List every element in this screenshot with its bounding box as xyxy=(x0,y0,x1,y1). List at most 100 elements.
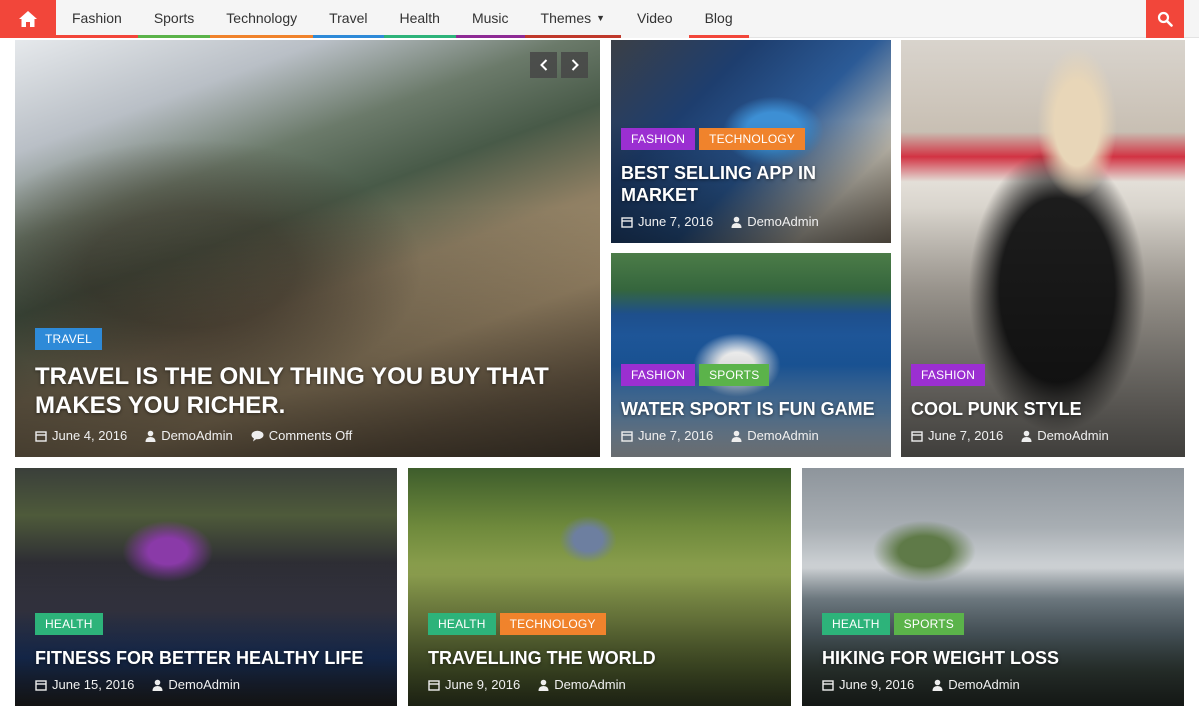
post-date: June 4, 2016 xyxy=(52,428,128,443)
category-tag[interactable]: Fashion xyxy=(911,364,986,386)
chevron-down-icon: ▼ xyxy=(596,12,606,23)
menu-item-label: Travel xyxy=(329,9,368,26)
post-title[interactable]: Water Sport is Fun Game xyxy=(621,398,877,420)
post-author[interactable]: DemoAdmin xyxy=(168,677,240,692)
calendar-icon xyxy=(621,430,633,442)
post-title[interactable]: Fitness for Better Healthy Life xyxy=(35,647,383,669)
menu-item-label: Fashion xyxy=(72,9,122,26)
post-meta: June 7, 2016 DemoAdmin xyxy=(621,428,877,443)
post-caption: Travel Travel is the only thing you buy … xyxy=(35,328,586,443)
category-list: Health Sports xyxy=(822,613,1170,635)
post-date: June 7, 2016 xyxy=(638,428,714,443)
menu-item-video[interactable]: Video xyxy=(621,0,689,38)
menu-item-themes[interactable]: Themes ▼ xyxy=(524,0,622,38)
menu-item-label: Sports xyxy=(153,9,195,26)
post-author[interactable]: DemoAdmin xyxy=(1037,428,1109,443)
post-meta: June 9, 2016 DemoAdmin xyxy=(428,677,777,692)
category-tag[interactable]: Travel xyxy=(35,328,102,350)
post-title[interactable]: Hiking for Weight Loss xyxy=(822,647,1170,669)
calendar-icon xyxy=(35,430,47,442)
home-button[interactable] xyxy=(0,0,56,38)
home-icon xyxy=(19,11,37,27)
post-card[interactable]: Fashion Cool Punk Style June 7, 2016 Dem… xyxy=(901,40,1185,457)
post-title[interactable]: Travel is the only thing you buy that ma… xyxy=(35,362,586,420)
post-card[interactable]: Health Fitness for Better Healthy Life J… xyxy=(15,468,397,706)
post-meta: June 7, 2016 DemoAdmin xyxy=(621,214,877,229)
category-tag[interactable]: Sports xyxy=(893,613,964,635)
slider-controls xyxy=(530,52,588,78)
category-tag[interactable]: Fashion xyxy=(621,128,696,150)
post-card[interactable]: Fashion Sports Water Sport is Fun Game J… xyxy=(611,253,891,457)
chevron-right-icon xyxy=(571,59,579,71)
post-caption: Health Sports Hiking for Weight Loss Jun… xyxy=(822,613,1170,692)
calendar-icon xyxy=(621,216,633,228)
calendar-icon xyxy=(428,679,440,691)
category-list: Health xyxy=(35,613,383,635)
post-meta: June 4, 2016 DemoAdmin Comments Off xyxy=(35,428,586,443)
comment-icon xyxy=(251,430,264,441)
menu-item-sports[interactable]: Sports xyxy=(137,0,211,38)
menu-item-blog[interactable]: Blog xyxy=(688,0,749,38)
category-tag[interactable]: Technology xyxy=(499,613,606,635)
post-author[interactable]: DemoAdmin xyxy=(161,428,233,443)
post-author[interactable]: DemoAdmin xyxy=(747,214,819,229)
category-list: Travel xyxy=(35,328,586,350)
menu-item-label: Blog xyxy=(704,9,733,26)
search-button[interactable] xyxy=(1146,0,1184,38)
featured-post-card[interactable]: Travel Travel is the only thing you buy … xyxy=(15,40,600,457)
search-icon xyxy=(1157,11,1173,27)
user-icon xyxy=(538,679,549,691)
post-date: June 9, 2016 xyxy=(445,677,521,692)
post-caption: Health Technology Travelling the World J… xyxy=(428,613,777,692)
category-tag[interactable]: Sports xyxy=(699,364,770,386)
menu-item-label: Technology xyxy=(226,9,298,26)
menu-item-label: Music xyxy=(471,9,509,26)
menu-item-label: Health xyxy=(399,9,440,26)
category-tag[interactable]: Health xyxy=(822,613,890,635)
post-date: June 9, 2016 xyxy=(839,677,915,692)
post-author[interactable]: DemoAdmin xyxy=(948,677,1020,692)
menu-item-health[interactable]: Health xyxy=(383,0,456,38)
menu-item-label: Themes xyxy=(540,9,592,26)
post-title[interactable]: Cool Punk Style xyxy=(911,398,1171,420)
calendar-icon xyxy=(822,679,834,691)
menu-item-fashion[interactable]: Fashion xyxy=(56,0,138,38)
post-caption: Fashion Cool Punk Style June 7, 2016 Dem… xyxy=(911,364,1171,443)
slider-next-button[interactable] xyxy=(561,52,588,78)
top-navigation: Fashion Sports Technology Travel Health … xyxy=(0,0,1199,38)
category-tag[interactable]: Health xyxy=(428,613,496,635)
post-author[interactable]: DemoAdmin xyxy=(747,428,819,443)
menu-item-technology[interactable]: Technology xyxy=(210,0,314,38)
calendar-icon xyxy=(35,679,47,691)
post-title[interactable]: Travelling the World xyxy=(428,647,777,669)
post-author[interactable]: DemoAdmin xyxy=(554,677,626,692)
user-icon xyxy=(145,430,156,442)
post-card[interactable]: Health Sports Hiking for Weight Loss Jun… xyxy=(802,468,1184,706)
user-icon xyxy=(152,679,163,691)
user-icon xyxy=(731,430,742,442)
category-tag[interactable]: Technology xyxy=(699,128,806,150)
menu-item-music[interactable]: Music xyxy=(455,0,525,38)
chevron-left-icon xyxy=(539,59,547,71)
post-date: June 7, 2016 xyxy=(638,214,714,229)
user-icon xyxy=(731,216,742,228)
menu-item-label: Video xyxy=(637,9,673,26)
post-card[interactable]: Fashion Technology Best Selling App in M… xyxy=(611,40,891,243)
post-meta: June 15, 2016 DemoAdmin xyxy=(35,677,383,692)
post-card[interactable]: Health Technology Travelling the World J… xyxy=(408,468,791,706)
post-title[interactable]: Best Selling App in Market xyxy=(621,162,877,206)
post-caption: Health Fitness for Better Healthy Life J… xyxy=(35,613,383,692)
post-comments[interactable]: Comments Off xyxy=(269,428,353,443)
calendar-icon xyxy=(911,430,923,442)
category-tag[interactable]: Health xyxy=(35,613,103,635)
menu-item-travel[interactable]: Travel xyxy=(313,0,384,38)
user-icon xyxy=(1021,430,1032,442)
category-tag[interactable]: Fashion xyxy=(621,364,696,386)
category-list: Fashion Sports xyxy=(621,364,877,386)
post-date: June 15, 2016 xyxy=(52,677,135,692)
post-caption: Fashion Technology Best Selling App in M… xyxy=(621,128,877,229)
user-icon xyxy=(932,679,943,691)
main-menu: Fashion Sports Technology Travel Health … xyxy=(56,0,749,38)
slider-prev-button[interactable] xyxy=(530,52,557,78)
category-list: Health Technology xyxy=(428,613,777,635)
